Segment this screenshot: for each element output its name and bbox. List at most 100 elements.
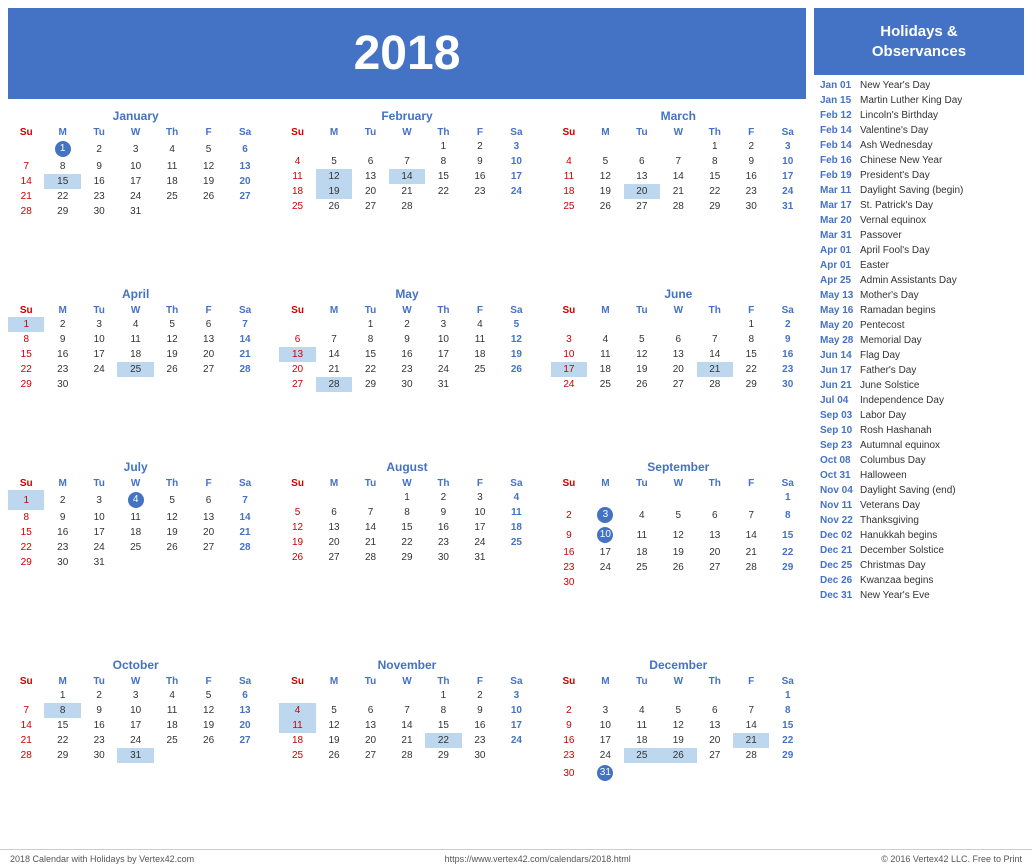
calendar-day: 25: [279, 199, 315, 214]
calendar-day: 14: [660, 169, 696, 184]
list-item: Nov 04Daylight Saving (end): [820, 484, 1018, 498]
calendar-day: [316, 688, 352, 703]
calendar-day: 17: [81, 525, 117, 540]
calendar-day: [279, 490, 315, 505]
calendar-day: 15: [389, 520, 425, 535]
calendar-day: 14: [227, 332, 264, 347]
list-item: Oct 31Halloween: [820, 469, 1018, 483]
month-february: FebruarySuMTuWThFSa123456789101112131415…: [279, 109, 534, 275]
calendar-day: 26: [498, 362, 535, 377]
day-header: Tu: [352, 477, 388, 490]
calendar-day: 13: [227, 159, 264, 174]
day-header: Su: [279, 675, 315, 688]
holiday-date: Oct 31: [820, 469, 854, 483]
holiday-date: May 16: [820, 304, 854, 318]
calendar-day: 18: [462, 347, 498, 362]
calendar-day: 24: [498, 733, 535, 748]
calendar-day: [462, 377, 498, 392]
calendar-day: [316, 317, 352, 332]
holiday-date: Dec 02: [820, 529, 854, 543]
calendar-day: 17: [769, 169, 806, 184]
month-title: September: [551, 460, 806, 474]
calendar-day: 12: [660, 525, 696, 545]
calendar-day: [697, 575, 733, 590]
holiday-name: Rosh Hashanah: [860, 424, 932, 438]
list-item: Feb 19President's Day: [820, 169, 1018, 183]
calendar-day: 1: [769, 688, 806, 703]
calendar-day: [660, 763, 696, 783]
calendar-day: 1: [8, 317, 44, 332]
calendar-day: 23: [551, 748, 587, 763]
calendar-day: 4: [587, 332, 623, 347]
holiday-date: Jun 14: [820, 349, 854, 363]
calendar-day: [697, 688, 733, 703]
list-item: Nov 22Thanksgiving: [820, 514, 1018, 528]
holiday-name: New Year's Day: [860, 79, 930, 93]
list-item: Apr 25Admin Assistants Day: [820, 274, 1018, 288]
calendar-day: 8: [8, 510, 44, 525]
calendar-day: [769, 763, 806, 783]
calendar-day: 11: [117, 510, 153, 525]
calendar-day: 5: [154, 490, 190, 510]
calendar-day: 16: [44, 525, 80, 540]
month-june: JuneSuMTuWThFSa1234567891011121314151617…: [551, 287, 806, 448]
calendar-day: 28: [227, 362, 264, 377]
day-header: F: [462, 126, 498, 139]
day-header: Sa: [498, 477, 535, 490]
calendar-day: 12: [154, 510, 190, 525]
calendar-day: 24: [81, 362, 117, 377]
holiday-name: Daylight Saving (end): [860, 484, 956, 498]
calendar-section: 2018 JanuarySuMTuWThFSa12345678910111213…: [8, 8, 806, 839]
day-header: Su: [8, 304, 44, 317]
day-header: Sa: [227, 675, 264, 688]
calendar-day: [660, 575, 696, 590]
month-may: MaySuMTuWThFSa12345678910111213141516171…: [279, 287, 534, 448]
calendar-day: 2: [44, 490, 80, 510]
calendar-day: 11: [279, 718, 315, 733]
calendar-day: 27: [190, 362, 226, 377]
calendar-day: 2: [44, 317, 80, 332]
calendar-day: 22: [697, 184, 733, 199]
day-header: Th: [154, 304, 190, 317]
calendar-day: [624, 688, 660, 703]
holiday-name: Autumnal equinox: [860, 439, 940, 453]
day-header: Tu: [352, 126, 388, 139]
day-header: F: [462, 304, 498, 317]
calendar-day: 8: [389, 505, 425, 520]
calendar-day: 29: [389, 550, 425, 565]
day-header: M: [44, 126, 80, 139]
calendar-day: 3: [425, 317, 461, 332]
calendar-day: 1: [8, 490, 44, 510]
calendar-day: 8: [769, 703, 806, 718]
day-header: Th: [697, 675, 733, 688]
calendar-day: 8: [733, 332, 769, 347]
footer-center: https://www.vertex42.com/calendars/2018.…: [445, 854, 631, 864]
holiday-date: Mar 17: [820, 199, 854, 213]
holiday-name: April Fool's Day: [860, 244, 930, 258]
footer: 2018 Calendar with Holidays by Vertex42.…: [0, 849, 1032, 868]
calendar-day: 17: [498, 718, 535, 733]
day-header: Tu: [624, 477, 660, 490]
calendar-day: 6: [352, 154, 388, 169]
day-header: Sa: [498, 304, 535, 317]
calendar-day: 9: [551, 718, 587, 733]
calendar-day: 25: [498, 535, 535, 550]
calendar-day: 5: [316, 703, 352, 718]
calendar-day: 31: [81, 555, 117, 570]
calendar-day: 22: [8, 540, 44, 555]
calendar-day: 26: [154, 540, 190, 555]
calendar-day: 3: [117, 688, 153, 703]
calendar-day: 15: [352, 347, 388, 362]
calendar-day: 8: [8, 332, 44, 347]
calendar-day: 3: [81, 490, 117, 510]
months-grid: JanuarySuMTuWThFSa1234567891011121314151…: [8, 109, 806, 839]
calendar-day: [425, 199, 461, 214]
calendar-day: [587, 688, 623, 703]
footer-right: © 2016 Vertex42 LLC. Free to Print: [881, 854, 1022, 864]
day-header: F: [190, 675, 226, 688]
calendar-day: 3: [551, 332, 587, 347]
calendar-day: 10: [498, 154, 535, 169]
list-item: Jun 21June Solstice: [820, 379, 1018, 393]
holiday-date: Feb 16: [820, 154, 854, 168]
calendar-day: 3: [498, 688, 535, 703]
